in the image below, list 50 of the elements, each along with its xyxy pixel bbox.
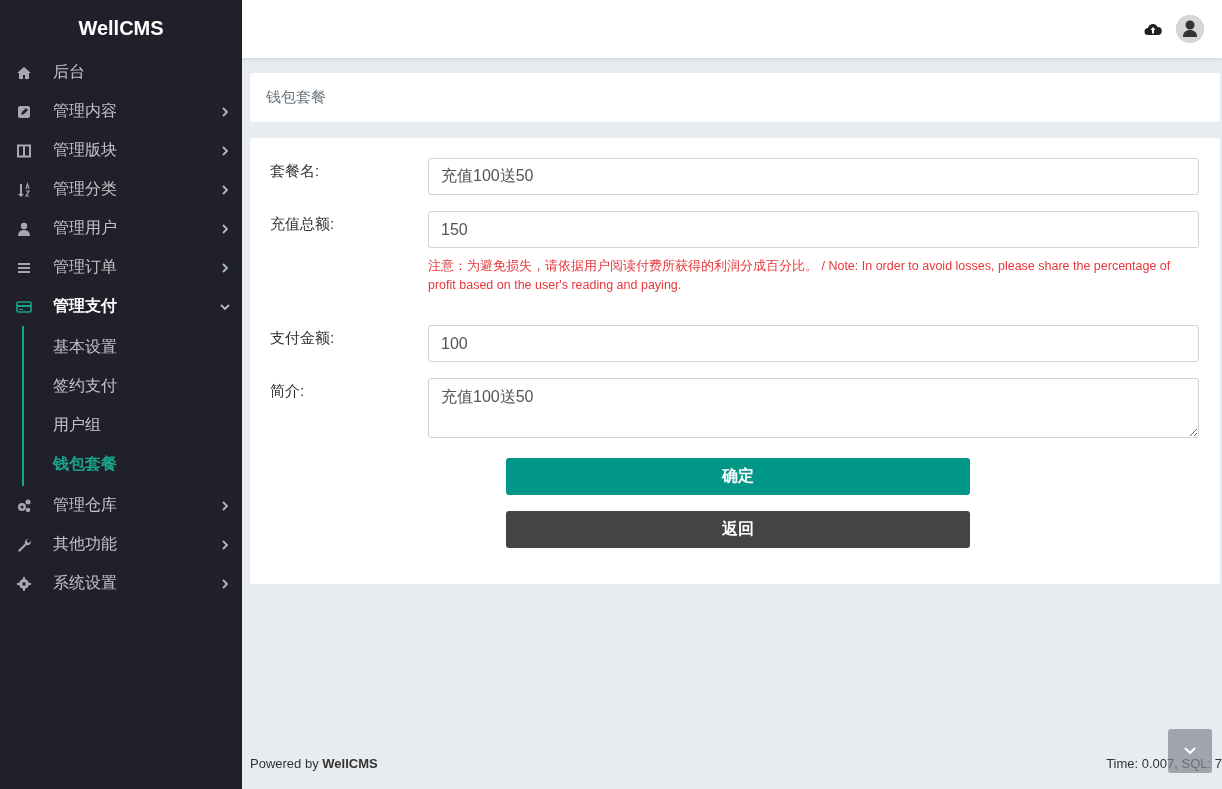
chevron-icon	[220, 223, 230, 234]
chevron-icon	[220, 145, 230, 156]
input-field[interactable]: 150	[428, 211, 1199, 248]
chevron-icon	[220, 500, 230, 511]
sidebar-item[interactable]: 管理用户	[0, 209, 242, 248]
sidebar-subitem[interactable]: 基本设置	[24, 328, 242, 367]
input-field[interactable]: 充值100送50	[428, 158, 1199, 195]
field-label: 简介:	[270, 382, 305, 399]
sidebar-item[interactable]: 管理分类	[0, 170, 242, 209]
textarea-field[interactable]: 充值100送50	[428, 378, 1199, 438]
avatar-icon[interactable]	[1176, 15, 1204, 43]
chevron-icon	[1183, 746, 1197, 756]
gear-icon	[16, 575, 32, 592]
cogs-icon	[16, 497, 32, 514]
home-icon	[16, 64, 32, 81]
powered-by-text: Powered by WellCMS	[250, 756, 378, 771]
field-label: 充值总额:	[270, 215, 335, 232]
back-button[interactable]: 返回	[505, 511, 970, 548]
cloud-upload-icon[interactable]	[1144, 22, 1162, 36]
chevron-icon	[220, 106, 230, 117]
input-field[interactable]: 100	[428, 325, 1199, 362]
stats-text: Time: 0.007, SQL: 7	[1106, 756, 1222, 771]
wrench-icon	[16, 536, 32, 553]
field-label: 支付金额:	[270, 329, 335, 346]
breadcrumb: 钱包套餐	[266, 88, 326, 107]
chevron-icon	[220, 539, 230, 550]
sidebar-subitem[interactable]: 签约支付	[24, 367, 242, 406]
brand-logo[interactable]: WellCMS	[78, 17, 164, 40]
chevron-icon	[220, 301, 230, 312]
sidebar-item[interactable]: 管理仓库	[0, 486, 242, 525]
columns-icon	[16, 142, 32, 159]
chevron-icon	[220, 578, 230, 589]
sort-icon	[16, 181, 32, 198]
warning-note: 注意：为避免损失，请依据用户阅读付费所获得的利润分成百分比。 / Note: In order to avoid losses, please share the percentage of profit based on the user's reading and paying.	[428, 258, 1172, 294]
chevron-icon	[220, 262, 230, 273]
sidebar-item[interactable]: 后台	[0, 53, 242, 92]
card-icon	[16, 298, 32, 315]
chevron-icon	[220, 184, 230, 195]
sidebar-subitem[interactable]: 用户组	[24, 406, 242, 445]
sidebar-item[interactable]: 管理内容	[0, 92, 242, 131]
field-label: 套餐名:	[270, 162, 320, 179]
sidebar-item[interactable]: 其他功能	[0, 525, 242, 564]
sidebar-item[interactable]: 系统设置	[0, 564, 242, 603]
sidebar-item[interactable]: 管理版块	[0, 131, 242, 170]
submit-button[interactable]: 确定	[505, 458, 970, 495]
user-icon	[16, 220, 32, 237]
edit-icon	[16, 103, 32, 120]
sidebar-item[interactable]: 管理支付	[0, 287, 242, 326]
sidebar-subitem[interactable]: 钱包套餐	[24, 445, 242, 484]
sidebar-item[interactable]: 管理订单	[0, 248, 242, 287]
